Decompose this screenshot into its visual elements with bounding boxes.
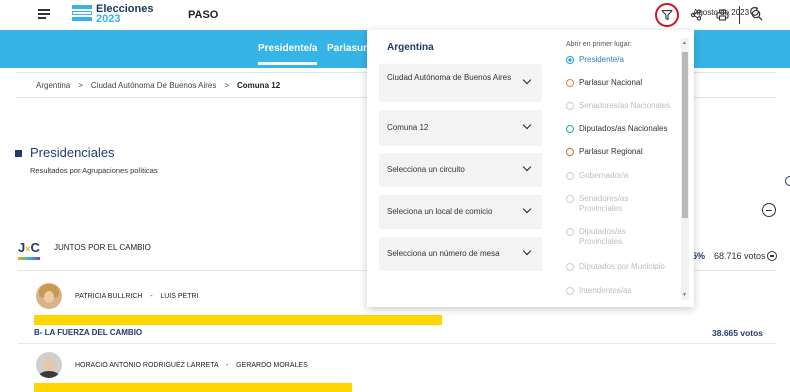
list-votes: 38.665 votos (712, 328, 764, 338)
filter-panel: Argentina Ciudad Autónoma de Buenos Aire… (367, 30, 694, 307)
circuito-dropdown[interactable]: Selecciona un circuito (379, 153, 542, 187)
option-parlasur-nacional[interactable]: Parlasur Nacional (566, 78, 642, 88)
party-name: JUNTOS POR EL CAMBIO (54, 243, 151, 252)
dropdown-label: Selecciona un circuito (387, 165, 465, 174)
radio-icon (566, 263, 574, 271)
vice-name: LUIS PETRI (160, 293, 199, 300)
logo-year: 2023 (96, 13, 121, 25)
divider (18, 343, 776, 344)
list-name: B- LA FUERZA DEL CAMBIO (34, 328, 143, 337)
logo-text: Elecciones 2023 (96, 4, 153, 25)
name-separator: - (150, 293, 153, 300)
side-toggle[interactable] (785, 176, 790, 186)
breadcrumb-argentina[interactable]: Argentina (36, 81, 70, 90)
avatar (36, 283, 62, 309)
chevron-down-icon (522, 162, 532, 172)
name-separator: - (226, 362, 229, 369)
province-dropdown[interactable]: Ciudad Autónoma de Buenos Aires (379, 64, 542, 102)
radio-icon (566, 287, 574, 295)
president-name: PATRICIA BULLRICH (75, 293, 143, 300)
local-dropdown[interactable]: Seleciona un local de comicio (379, 195, 542, 229)
radio-icon (566, 172, 574, 180)
option-diputados-municipio: Diputados por Municipio (566, 262, 665, 272)
flag-icon (72, 5, 92, 23)
vote-bar (34, 315, 442, 325)
section-subtitle: Resultados por Agrupaciones políticas (30, 166, 158, 175)
update-date: Agosto de 2023 (693, 8, 750, 17)
option-presidente[interactable]: Presidente/a (566, 55, 624, 65)
radio-icon (566, 228, 574, 236)
party-logo-bar (18, 257, 40, 260)
radio-icon (566, 56, 574, 64)
president-name: HORACIO ANTONIO RODRIGUEZ LARRETA (75, 362, 219, 369)
dropdown-label: Selecciona un número de mesa (387, 249, 500, 258)
vote-bar (34, 383, 352, 392)
top-header: Elecciones 2023 PASO (0, 0, 790, 30)
chevron-down-icon (522, 75, 532, 85)
vice-name: GERARDO MORALES (236, 362, 308, 369)
collapse-icon[interactable] (762, 203, 776, 217)
collapse-party-icon[interactable] (767, 251, 777, 261)
party-votes: 68.716 votos (714, 251, 766, 261)
filter-icon[interactable] (655, 3, 679, 27)
party-logo: J×C (18, 240, 40, 255)
scroll-down-icon[interactable]: ▼ (682, 292, 687, 298)
option-intendentes: Intendentes/as (566, 286, 631, 296)
scroll-up-icon[interactable]: ▲ (682, 40, 687, 46)
menu-icon[interactable] (38, 9, 50, 19)
radio-icon (566, 79, 574, 87)
chevron-down-icon (522, 120, 532, 130)
open-first-label: Abrir en primer lugar: (566, 41, 632, 48)
radio-icon (566, 148, 574, 156)
option-parlasur-regional[interactable]: Parlasur Regional (566, 147, 643, 157)
tab-presidente[interactable]: Presidente/a (258, 43, 318, 65)
radio-icon (566, 102, 574, 110)
dropdown-label: Comuna 12 (387, 123, 429, 132)
panel-title: Argentina (387, 42, 434, 53)
dropdown-label: Seleciona un local de comicio (387, 207, 493, 216)
scrollbar-thumb[interactable] (682, 52, 688, 218)
refresh-icon[interactable] (749, 6, 760, 20)
breadcrumb-separator: > (224, 81, 230, 90)
comuna-dropdown[interactable]: Comuna 12 (379, 110, 542, 146)
avatar (36, 352, 62, 378)
chevron-down-icon (522, 204, 532, 214)
option-diputados-nacionales[interactable]: Diputados/as Nacionales (566, 124, 668, 134)
option-gobernador: Gobernador/a (566, 171, 628, 181)
radio-icon (566, 195, 574, 203)
option-senadores-nacionales: Senadores/as Nacionales (566, 101, 670, 111)
breadcrumb-caba[interactable]: Ciudad Autónoma De Buenos Aires (91, 81, 216, 90)
radio-icon (566, 125, 574, 133)
mesa-dropdown[interactable]: Selecciona un número de mesa (379, 237, 542, 271)
breadcrumb-comuna: Comuna 12 (237, 81, 281, 90)
option-senadores-provinciales: Senadores/as Provinciales (566, 194, 669, 214)
candidate-names: HORACIO ANTONIO RODRIGUEZ LARRETA - GERA… (75, 362, 308, 369)
dropdown-label: Ciudad Autónoma de Buenos Aires (387, 73, 512, 82)
election-type: PASO (188, 9, 219, 21)
breadcrumb-separator: > (78, 81, 83, 90)
chevron-down-icon (522, 246, 532, 256)
section-marker (15, 150, 22, 157)
candidate-names: PATRICIA BULLRICH - LUIS PETRI (75, 293, 198, 300)
section-title: Presidenciales (30, 145, 115, 160)
option-diputados-provinciales: Diputados/as Provinciales (566, 227, 669, 247)
